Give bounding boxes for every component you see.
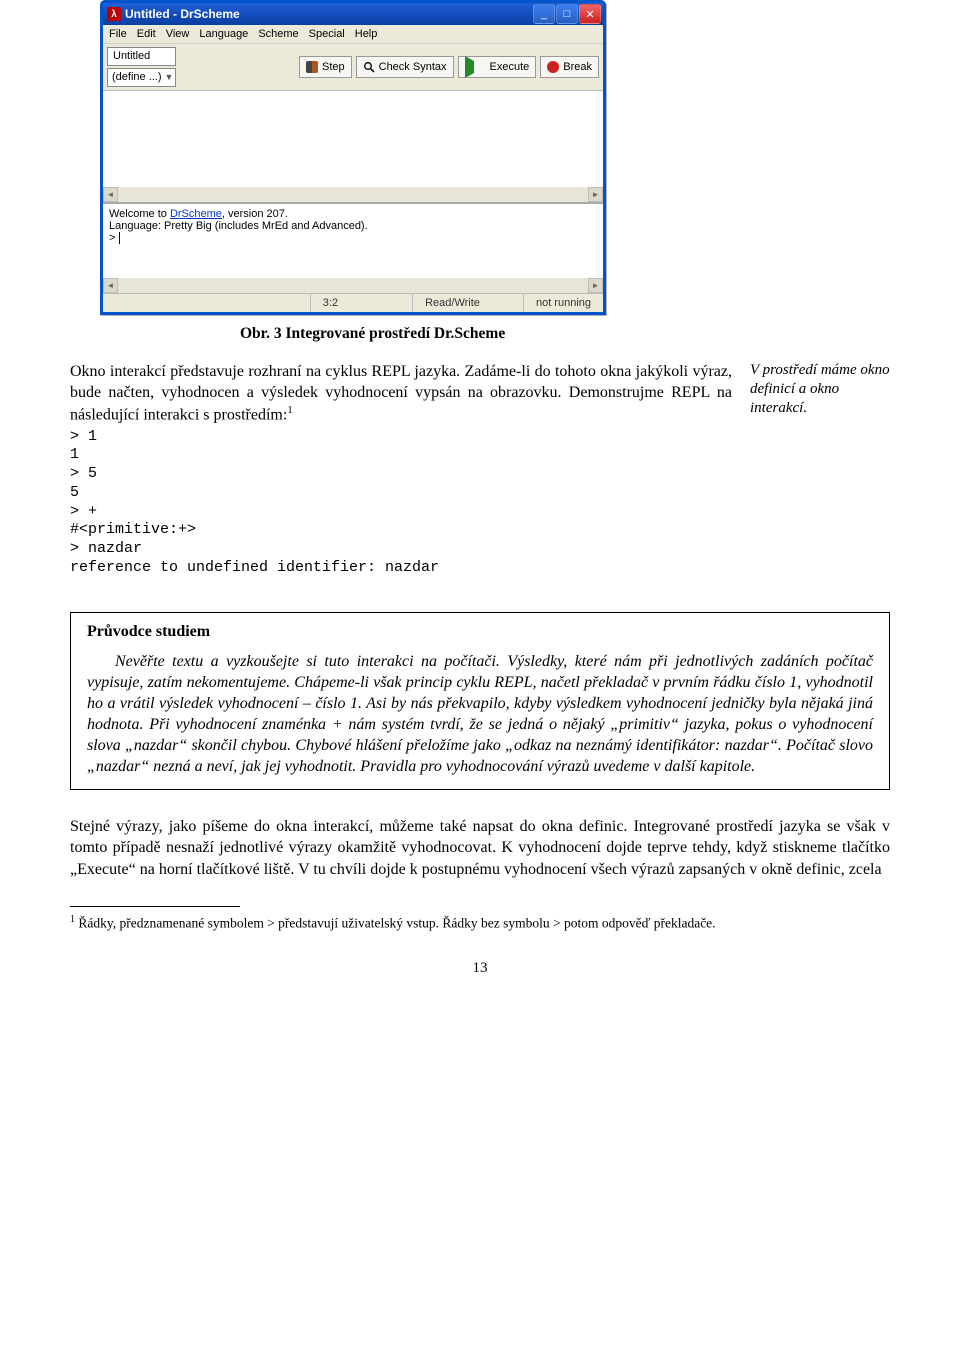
welcome-prefix: Welcome to — [109, 208, 170, 220]
menu-scheme[interactable]: Scheme — [258, 28, 298, 40]
app-icon: λ — [107, 7, 121, 21]
execute-label: Execute — [490, 61, 530, 73]
menu-file[interactable]: File — [109, 28, 127, 40]
check-icon — [363, 61, 375, 73]
menu-special[interactable]: Special — [309, 28, 345, 40]
body-paragraph: Okno interakcí představuje rozhraní na c… — [70, 363, 732, 424]
figure-caption: Obr. 3 Integrované prostředí Dr.Scheme — [240, 325, 890, 343]
chevron-down-icon: ▼ — [165, 69, 174, 86]
define-dropdown[interactable]: (define ...) ▼ — [107, 68, 176, 87]
check-label: Check Syntax — [379, 61, 447, 73]
definitions-h-scrollbar[interactable]: ◄ ► — [103, 187, 603, 202]
definitions-pane[interactable]: ◄ ► — [103, 91, 603, 202]
step-label: Step — [322, 61, 345, 73]
status-mode: Read/Write — [412, 294, 492, 312]
stop-icon — [547, 61, 559, 73]
status-bar: 3:2 Read/Write not running — [103, 293, 603, 312]
footnote-num-1: 1 — [70, 914, 75, 925]
break-label: Break — [563, 61, 592, 73]
menu-bar: File Edit View Language Scheme Special H… — [103, 25, 603, 44]
step-button[interactable]: Step — [299, 56, 352, 78]
check-syntax-button[interactable]: Check Syntax — [356, 56, 454, 78]
menu-view[interactable]: View — [166, 28, 190, 40]
minimize-button[interactable]: _ — [533, 4, 555, 24]
menu-help[interactable]: Help — [355, 28, 378, 40]
study-guide-title: Průvodce studiem — [87, 623, 873, 641]
tab-untitled[interactable]: Untitled — [107, 47, 176, 66]
toolbar: Untitled (define ...) ▼ Step Check Synta… — [103, 44, 603, 91]
interactions-h-scrollbar[interactable]: ◄ ► — [103, 278, 603, 293]
margin-note: V prostředí máme okno definicí a okno in… — [750, 361, 890, 417]
execute-button[interactable]: Execute — [458, 56, 537, 78]
step-icon — [306, 61, 318, 73]
repl-transcript: > 1 1 > 5 5 > + #<primitive:+> > nazdar … — [70, 428, 732, 578]
drscheme-link[interactable]: DrScheme — [170, 208, 222, 220]
language-line: Language: Pretty Big (includes MrEd and … — [109, 220, 597, 232]
title-bar[interactable]: λ Untitled - DrScheme _ □ ✕ — [103, 3, 603, 25]
study-guide-box: Průvodce studiem Nevěřte textu a vyzkouš… — [70, 612, 890, 791]
define-label: (define ...) — [112, 69, 162, 86]
scroll-right-icon[interactable]: ► — [588, 187, 603, 202]
welcome-suffix: , version 207. — [222, 208, 288, 220]
repl-prompt: > — [109, 232, 115, 244]
play-icon — [465, 56, 486, 78]
drscheme-window: λ Untitled - DrScheme _ □ ✕ File Edit Vi… — [100, 0, 606, 315]
footnote-text-1: Řádky, předznamenané symbolem > představ… — [78, 915, 715, 930]
scroll-left-icon[interactable]: ◄ — [103, 187, 118, 202]
study-guide-body: Nevěřte textu a vyzkoušejte si tuto inte… — [87, 651, 873, 778]
scroll-left-icon[interactable]: ◄ — [103, 278, 118, 293]
menu-language[interactable]: Language — [199, 28, 248, 40]
text-cursor — [119, 232, 120, 244]
footnote-rule — [70, 906, 240, 907]
interactions-pane[interactable]: Welcome to DrScheme, version 207. Langua… — [103, 202, 603, 278]
window-title: Untitled - DrScheme — [125, 7, 240, 21]
page-number: 13 — [70, 960, 890, 977]
status-cursor-pos: 3:2 — [310, 294, 350, 312]
break-button[interactable]: Break — [540, 56, 599, 78]
status-running: not running — [523, 294, 603, 312]
maximize-button[interactable]: □ — [556, 4, 578, 24]
footnote-ref-1: 1 — [287, 404, 293, 416]
close-button[interactable]: ✕ — [579, 4, 601, 24]
scroll-right-icon[interactable]: ► — [588, 278, 603, 293]
body-paragraph-2: Stejné výrazy, jako píšeme do okna inter… — [70, 816, 890, 879]
menu-edit[interactable]: Edit — [137, 28, 156, 40]
